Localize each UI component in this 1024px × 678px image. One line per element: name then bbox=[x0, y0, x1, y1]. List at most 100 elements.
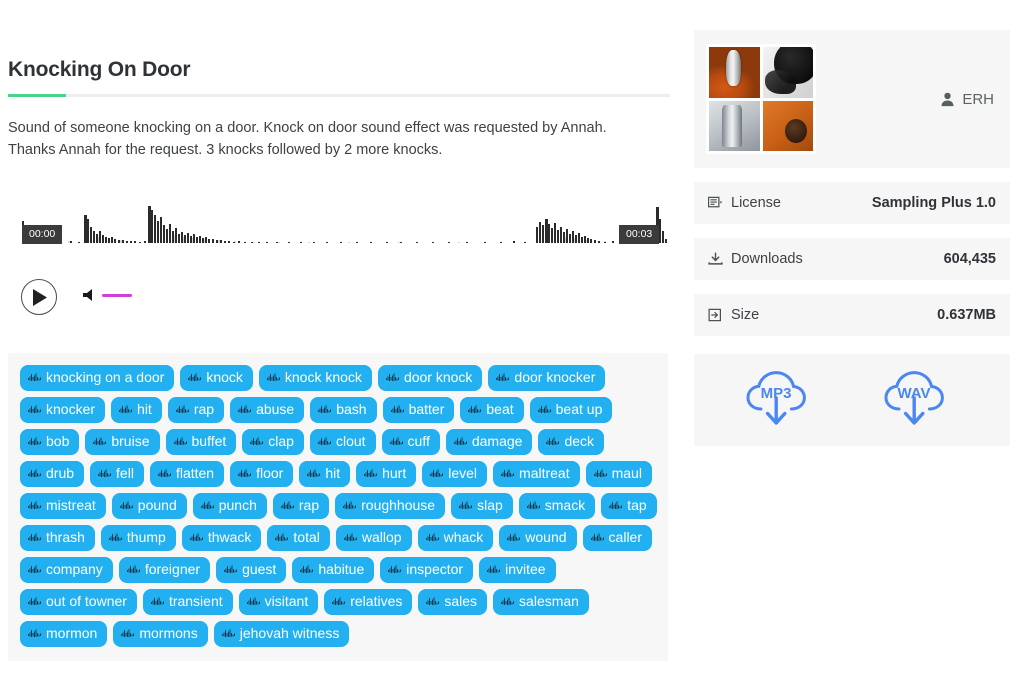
audio-player[interactable]: 00:00 00:03 bbox=[8, 201, 670, 315]
tag-item[interactable]: wound bbox=[499, 525, 577, 551]
tag-item[interactable]: whack bbox=[417, 525, 494, 551]
tag-label: buffet bbox=[191, 433, 227, 449]
tag-item[interactable]: jehovah witness bbox=[213, 621, 350, 647]
tag-item[interactable]: guest bbox=[216, 557, 287, 583]
tag-item[interactable]: hit bbox=[299, 461, 351, 487]
tag-label: inspector bbox=[406, 561, 464, 577]
tag-item[interactable]: salesman bbox=[493, 589, 589, 615]
tag-item[interactable]: punch bbox=[192, 493, 267, 519]
tag-label: batter bbox=[408, 401, 445, 417]
tag-item[interactable]: tap bbox=[601, 493, 657, 519]
tag-item[interactable]: door knock bbox=[377, 365, 483, 391]
meta-label-license-group: License bbox=[708, 195, 781, 211]
tag-item[interactable]: sales bbox=[418, 589, 488, 615]
tag-label: knocker bbox=[46, 401, 96, 417]
tag-item[interactable]: thwack bbox=[181, 525, 262, 551]
tag-waveform-icon bbox=[307, 469, 321, 477]
tag-waveform-icon bbox=[300, 565, 314, 573]
tag-waveform-icon bbox=[224, 565, 238, 573]
tag-item[interactable]: rap bbox=[167, 397, 225, 423]
tag-waveform-icon bbox=[343, 533, 357, 541]
tag-item[interactable]: hurt bbox=[356, 461, 417, 487]
cloud-download-icon: MP3 bbox=[746, 371, 806, 425]
tag-item[interactable]: bruise bbox=[85, 429, 160, 455]
tag-item[interactable]: pound bbox=[111, 493, 187, 519]
tag-item[interactable]: batter bbox=[382, 397, 455, 423]
tag-item[interactable]: wallop bbox=[335, 525, 412, 551]
tag-label: wound bbox=[525, 529, 567, 545]
volume-slider[interactable] bbox=[102, 293, 132, 297]
tag-item[interactable]: maltreat bbox=[493, 461, 580, 487]
tag-waveform-icon bbox=[593, 469, 607, 477]
tag-label: door knock bbox=[403, 369, 473, 385]
time-start-label: 00:00 bbox=[22, 225, 63, 244]
tag-item[interactable]: floor bbox=[230, 461, 294, 487]
tag-item[interactable]: knocker bbox=[20, 397, 106, 423]
tag-item[interactable]: invitee bbox=[479, 557, 556, 583]
tag-waveform-icon bbox=[332, 597, 346, 605]
play-button[interactable] bbox=[21, 279, 57, 315]
tag-item[interactable]: out of towner bbox=[20, 589, 137, 615]
tag-item[interactable]: caller bbox=[582, 525, 653, 551]
tag-item[interactable]: thrash bbox=[20, 525, 95, 551]
tag-label: abuse bbox=[256, 401, 295, 417]
tag-item[interactable]: fell bbox=[90, 461, 144, 487]
tag-label: mormons bbox=[139, 625, 198, 641]
tag-item[interactable]: company bbox=[20, 557, 113, 583]
tag-waveform-icon bbox=[189, 533, 203, 541]
tag-item[interactable]: relatives bbox=[324, 589, 413, 615]
avatar[interactable] bbox=[706, 44, 816, 154]
download-wav-button[interactable]: WAV bbox=[875, 365, 967, 435]
tag-label: visitant bbox=[264, 593, 309, 609]
tag-item[interactable]: knock knock bbox=[258, 365, 372, 391]
tag-label: punch bbox=[218, 497, 257, 513]
tag-item[interactable]: foreigner bbox=[118, 557, 211, 583]
tag-item[interactable]: knocking on a door bbox=[20, 365, 175, 391]
tag-item[interactable]: slap bbox=[451, 493, 513, 519]
tag-label: foreigner bbox=[144, 561, 201, 577]
tag-item[interactable]: damage bbox=[445, 429, 533, 455]
tag-label: maul bbox=[611, 465, 642, 481]
tag-item[interactable]: total bbox=[267, 525, 330, 551]
tag-item[interactable]: drub bbox=[20, 461, 85, 487]
tag-item[interactable]: thump bbox=[100, 525, 176, 551]
tag-item[interactable]: mormons bbox=[113, 621, 208, 647]
tag-item[interactable]: inspector bbox=[380, 557, 474, 583]
tag-item[interactable]: clout bbox=[309, 429, 376, 455]
tag-item[interactable]: maul bbox=[585, 461, 652, 487]
tag-item[interactable]: visitant bbox=[238, 589, 319, 615]
tag-waveform-icon bbox=[126, 565, 140, 573]
tag-item[interactable]: flatten bbox=[149, 461, 225, 487]
tag-item[interactable]: bash bbox=[310, 397, 377, 423]
cloud-download-icon: WAV bbox=[884, 371, 944, 425]
waveform[interactable]: 00:00 00:03 bbox=[8, 201, 670, 263]
tag-item[interactable]: abuse bbox=[230, 397, 305, 423]
tag-item[interactable]: knock bbox=[180, 365, 253, 391]
download-mp3-button[interactable]: MP3 bbox=[737, 365, 829, 435]
tag-item[interactable]: deck bbox=[538, 429, 605, 455]
tag-item[interactable]: transient bbox=[142, 589, 233, 615]
author-name-block[interactable]: ERH bbox=[940, 91, 994, 108]
meta-label-size-group: Size bbox=[708, 307, 759, 323]
tag-label: drub bbox=[46, 465, 75, 481]
tag-item[interactable]: hit bbox=[111, 397, 162, 423]
volume-control[interactable] bbox=[83, 288, 132, 302]
tag-item[interactable]: beat up bbox=[529, 397, 613, 423]
tag-item[interactable]: roughhouse bbox=[335, 493, 446, 519]
tag-item[interactable]: level bbox=[422, 461, 488, 487]
tag-item[interactable]: door knocker bbox=[488, 365, 606, 391]
tag-item[interactable]: beat bbox=[460, 397, 524, 423]
tag-waveform-icon bbox=[119, 501, 133, 509]
tag-waveform-icon bbox=[250, 437, 264, 445]
tag-item[interactable]: smack bbox=[518, 493, 596, 519]
tag-item[interactable]: clap bbox=[242, 429, 304, 455]
tag-label: rap bbox=[193, 401, 215, 417]
tag-waveform-icon bbox=[385, 373, 399, 381]
tag-item[interactable]: habitue bbox=[292, 557, 375, 583]
tag-item[interactable]: mormon bbox=[20, 621, 108, 647]
tag-item[interactable]: mistreat bbox=[20, 493, 106, 519]
tag-item[interactable]: cuff bbox=[381, 429, 440, 455]
tag-item[interactable]: bob bbox=[20, 429, 80, 455]
tag-item[interactable]: rap bbox=[272, 493, 330, 519]
tag-item[interactable]: buffet bbox=[165, 429, 237, 455]
